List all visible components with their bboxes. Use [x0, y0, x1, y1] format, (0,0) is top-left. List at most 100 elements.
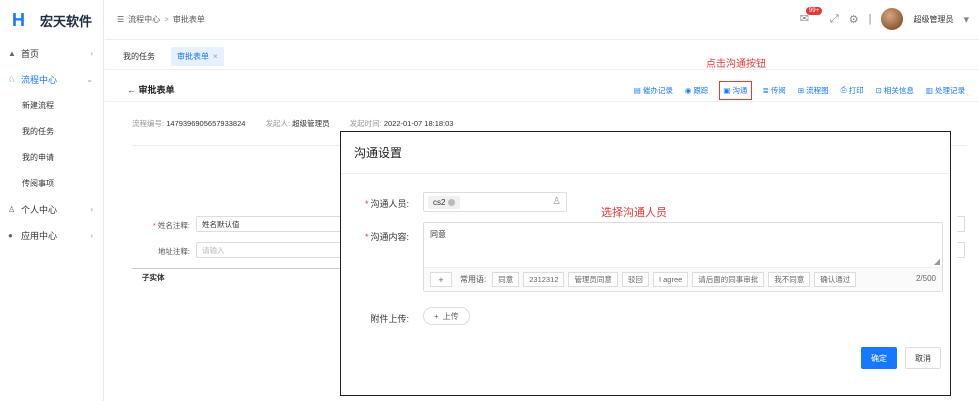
upload-button[interactable]: + 上传: [423, 307, 470, 325]
chevron-right-icon: ›: [90, 230, 93, 240]
action-label: 流程图: [806, 85, 829, 95]
meta-label: 发起人:: [265, 119, 291, 128]
sidebar-item-apps[interactable]: ● 应用中心 ›: [0, 222, 103, 248]
remove-tag-icon[interactable]: [448, 198, 456, 206]
add-phrase-button[interactable]: +: [430, 272, 452, 287]
fullscreen-icon[interactable]: ⤢: [830, 13, 839, 26]
label-text: 沟通人员:: [370, 199, 409, 209]
tab-label: 审批表单: [177, 52, 209, 61]
phrase-chip[interactable]: 请后面的同事审批: [692, 272, 765, 287]
phrase-chip[interactable]: I agree: [652, 272, 689, 287]
address-input[interactable]: 请输入: [196, 242, 341, 258]
phrase-chip[interactable]: 我不同意: [768, 272, 811, 287]
sidebar-sub-my-requests[interactable]: 我的申请: [0, 144, 103, 170]
logo-icon: H: [12, 10, 25, 30]
urge-record-button[interactable]: ▤ 催办记录: [634, 85, 673, 96]
name-input[interactable]: 姓名默认值: [196, 216, 341, 232]
initiator: 发起人: 超级管理员: [265, 118, 329, 129]
app-root: H 宏天软件 ▲ 首页 › ♘ 流程中心 ⌄ 新建流程 我的任务 我的申请 传阅…: [0, 0, 979, 401]
divider: [132, 268, 342, 269]
avatar[interactable]: [881, 8, 904, 30]
related-icon: ⊡: [875, 85, 882, 95]
related-info-button[interactable]: ⊡ 相关信息: [876, 85, 914, 96]
action-label: 打印: [848, 85, 864, 95]
label-text: 沟通内容:: [370, 232, 409, 242]
sidebar-item-label: 个人中心: [21, 204, 58, 215]
phrase-label: 常用语:: [460, 275, 487, 284]
action-toolbar: ▤ 催办记录 ◉ 跟踪 ▣ 沟通 ≣ 传阅 ⊞ 流程图 ⎙ 打印 ⊡ 相关信息 ▥ 处理记录: [634, 78, 965, 102]
sidebar-sub-circulation[interactable]: 传阅事项: [0, 170, 103, 196]
sidebar-item-flow-center[interactable]: ♘ 流程中心 ⌄: [0, 66, 103, 92]
phrase-chip[interactable]: 确认通过: [814, 272, 857, 287]
share-icon: ≣: [762, 85, 769, 95]
communicate-button[interactable]: ▣ 沟通: [719, 80, 752, 100]
cancel-button[interactable]: 取消: [905, 347, 941, 369]
content-textarea[interactable]: 同意 ◢ + 常用语: 同意 2312312 管理员同意 驳回 I agree …: [423, 222, 943, 292]
action-label: 催办记录: [642, 85, 673, 95]
person-tag[interactable]: cs2: [428, 195, 461, 209]
annotation-select-hint: 选择沟通人员: [601, 207, 667, 219]
annotation-click-hint: 点击沟通按钮: [706, 59, 766, 70]
sidebar: H 宏天软件 ▲ 首页 › ♘ 流程中心 ⌄ 新建流程 我的任务 我的申请 传阅…: [0, 0, 104, 401]
meta-value: 超级管理员: [292, 119, 330, 128]
address-input-edge: [957, 242, 965, 258]
print-icon: ⎙: [840, 85, 847, 94]
sidebar-item-label: 流程中心: [21, 74, 58, 85]
common-phrases-bar: + 常用语: 同意 2312312 管理员同意 驳回 I agree 请后面的同…: [424, 267, 942, 291]
phrase-chip[interactable]: 同意: [492, 272, 520, 287]
phrase-chip[interactable]: 2312312: [523, 272, 565, 287]
user-name[interactable]: 超级管理员: [913, 14, 953, 25]
circulate-button[interactable]: ≣ 传阅: [763, 85, 786, 96]
action-label: 沟通: [732, 85, 748, 95]
meta-value: 2022-01-07 18:18:03: [383, 119, 454, 128]
start-time: 发起时间: 2022-01-07 18:18:03: [350, 118, 454, 129]
sidebar-sub-my-tasks[interactable]: 我的任务: [0, 118, 103, 144]
user-picker-icon[interactable]: ♙: [552, 196, 561, 207]
meta-label: 流程编号:: [132, 119, 165, 128]
print-button[interactable]: ⎙ 打印: [841, 85, 864, 96]
track-button[interactable]: ◉ 跟踪: [685, 85, 709, 96]
sidebar-item-home[interactable]: ▲ 首页 ›: [0, 40, 103, 66]
tab-my-tasks[interactable]: 我的任务: [117, 47, 161, 66]
sidebar-item-label: 首页: [21, 48, 40, 59]
confirm-button[interactable]: 确定: [861, 347, 897, 369]
chevron-right-icon: ›: [90, 204, 93, 214]
sidebar-sub-new-flow[interactable]: 新建流程: [0, 92, 103, 118]
flowchart-button[interactable]: ⊞ 流程图: [798, 85, 829, 96]
flow-meta: 流程编号: 1479396905657933824 发起人: 超级管理员 发起时…: [132, 118, 453, 129]
close-icon[interactable]: ×: [213, 52, 218, 61]
sidebar-item-personal[interactable]: ♙ 个人中心 ›: [0, 196, 103, 222]
tab-approval-form[interactable]: 审批表单 ×: [171, 47, 224, 66]
menu-toggle-icon[interactable]: ☰: [117, 15, 124, 24]
name-input-edge: [957, 216, 965, 232]
person-icon: ♙: [8, 204, 16, 214]
logo[interactable]: H 宏天软件: [0, 0, 103, 40]
plus-icon: +: [434, 311, 439, 321]
flowchart-icon: ⊞: [797, 85, 805, 95]
caret-down-icon[interactable]: ▾: [963, 13, 969, 26]
notification-badge: 99+: [805, 7, 823, 15]
upload-label: 附件上传:: [370, 314, 409, 324]
record-icon: ▤: [633, 85, 641, 95]
content-value: 同意: [430, 230, 446, 239]
action-label: 处理记录: [935, 85, 965, 95]
meta-value: 1479396905657933824: [166, 119, 246, 128]
sidebar-item-label: 应用中心: [21, 230, 58, 241]
back-button[interactable]: ← 审批表单: [127, 83, 175, 96]
page-title: 审批表单: [138, 85, 175, 95]
resize-handle-icon[interactable]: ◢: [934, 257, 940, 266]
settings-icon[interactable]: ⚙: [849, 13, 859, 26]
page-title-bar: ← 审批表单 ▤ 催办记录 ◉ 跟踪 ▣ 沟通 ≣ 传阅 ⊞ 流程图 ⎙ 打印 ⊡ 相关信息 …: [105, 78, 979, 102]
brand-name: 宏天软件: [40, 13, 93, 29]
person-select[interactable]: cs2 ♙: [423, 192, 567, 212]
chevron-down-icon: ⌄: [86, 74, 93, 84]
content-label: * 沟通内容:: [364, 232, 409, 242]
breadcrumb-item[interactable]: 流程中心: [128, 14, 160, 25]
char-counter: 2/500: [915, 274, 936, 283]
meta-label: 发起时间:: [349, 119, 382, 128]
name-field-label: * 姓名注释:: [152, 221, 190, 230]
process-record-button[interactable]: ▥ 处理记录: [926, 85, 965, 96]
phrase-chip[interactable]: 管理员同意: [568, 272, 618, 287]
phrase-chip[interactable]: 驳回: [621, 272, 649, 287]
message-button[interactable]: ✉ 99+: [800, 7, 823, 29]
